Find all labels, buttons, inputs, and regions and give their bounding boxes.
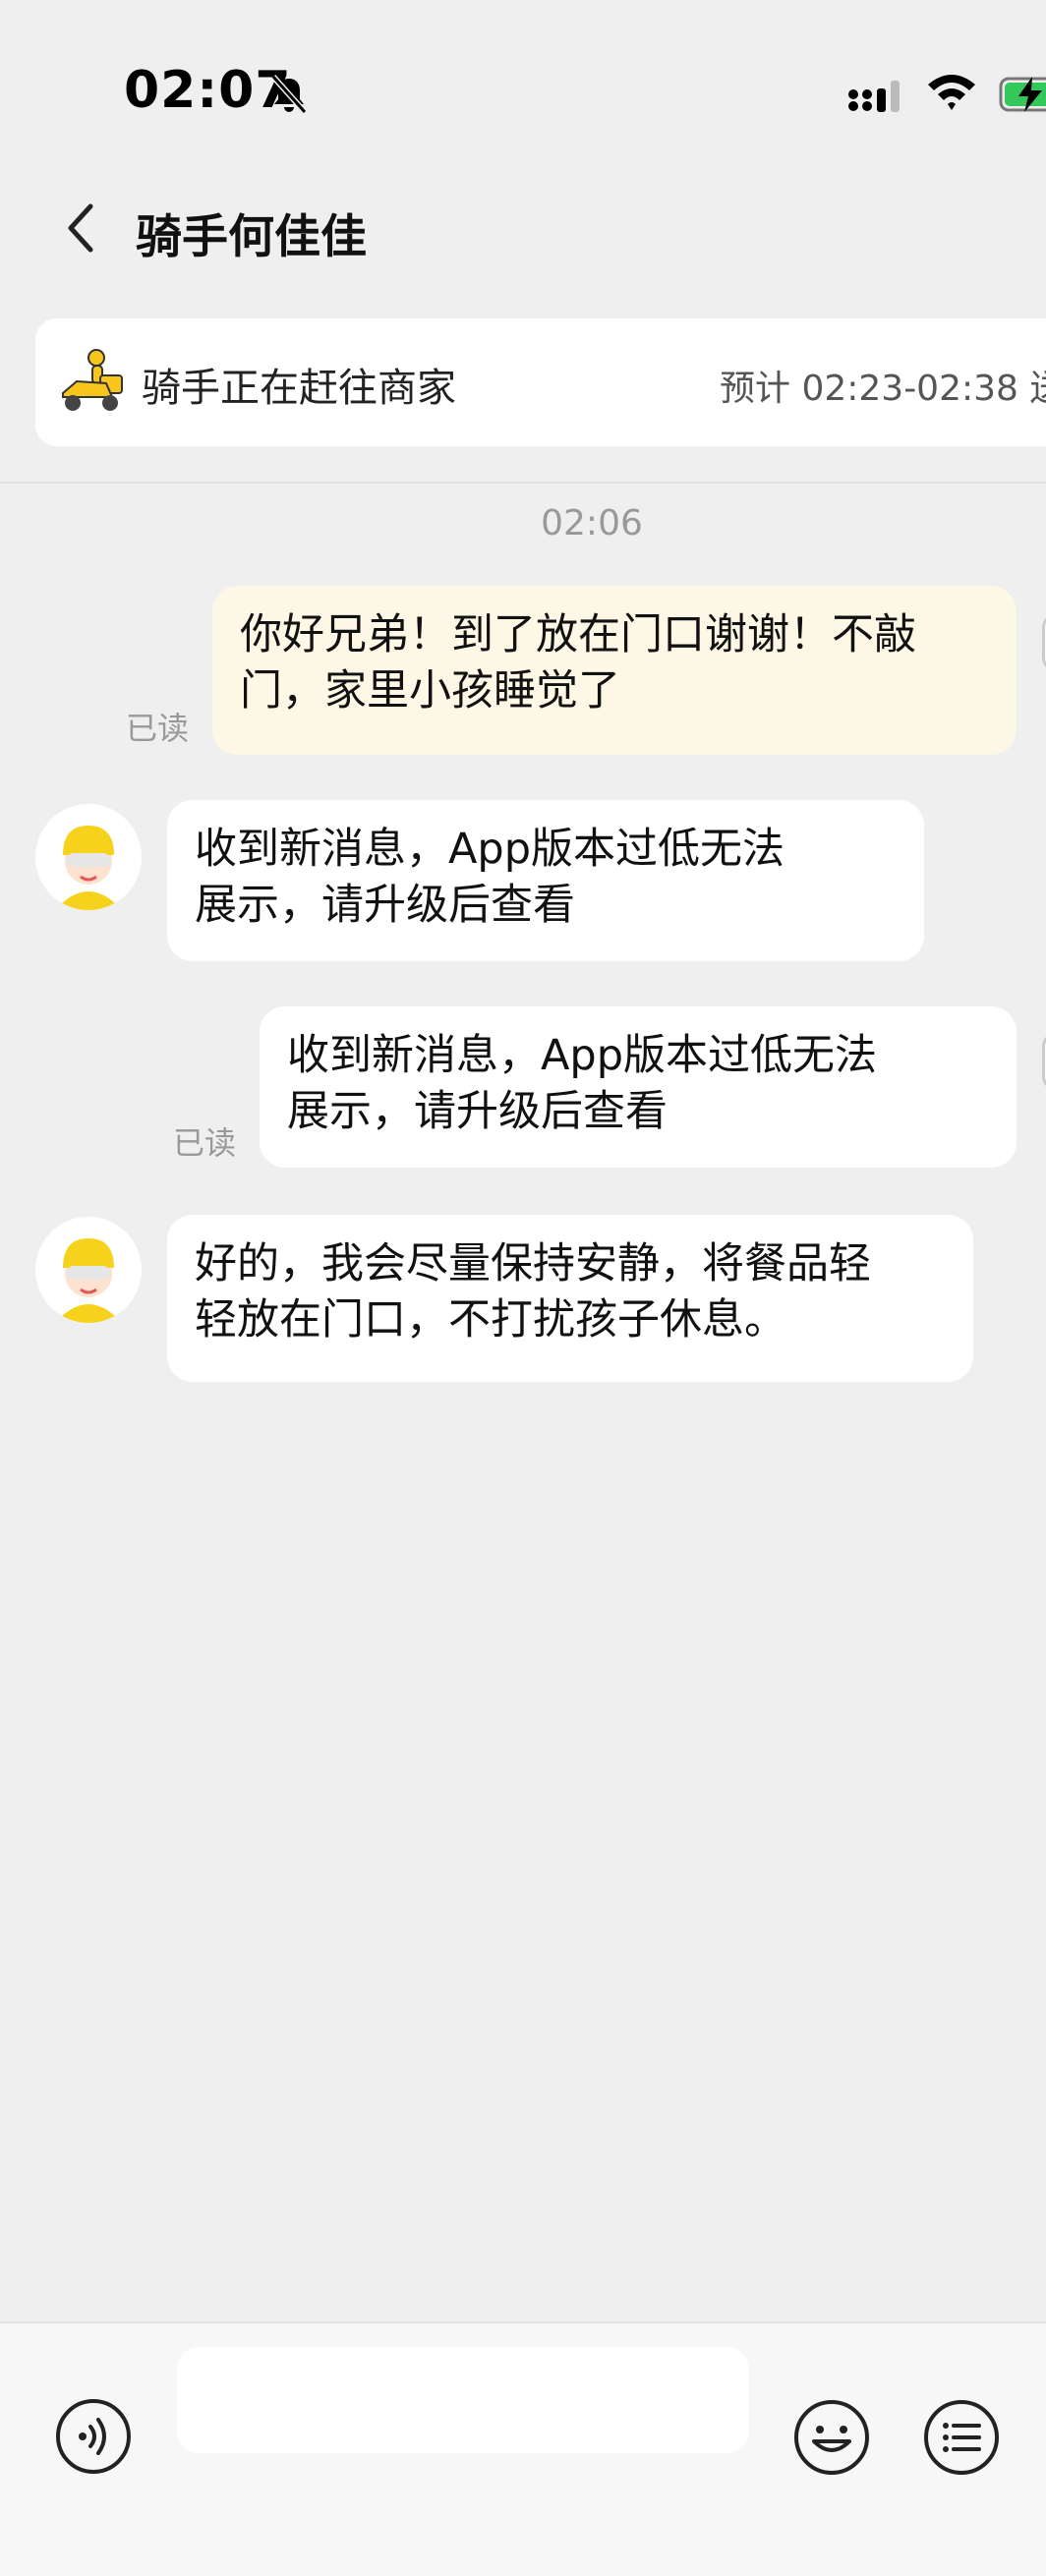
my-avatar[interactable] — [1042, 1032, 1046, 1091]
menu-icon[interactable] — [922, 2398, 1001, 2477]
message-text-line: 展示，请升级后查看 — [287, 1087, 668, 1136]
delivery-eta: 预计 02:23-02:38 送达 — [720, 369, 1046, 409]
read-receipt: 已读 — [126, 710, 190, 747]
chat-timestamp: 02:06 — [541, 503, 643, 544]
rider-avatar-icon — [35, 1217, 142, 1323]
message-text-line: 好的，我会尽量保持安静，将餐品轻 — [195, 1239, 871, 1288]
message-text-line: 展示，请升级后查看 — [195, 881, 575, 930]
bell-off-icon — [270, 75, 308, 114]
chevron-left-icon[interactable] — [61, 200, 100, 256]
message-text-line: 收到新消息，App版本过低无法 — [287, 1031, 878, 1080]
scooter-icon — [62, 349, 123, 411]
message-bubble-received[interactable]: 收到新消息，App版本过低无法 展示，请升级后查看 — [167, 800, 924, 961]
rider-avatar-icon — [35, 804, 142, 910]
voice-icon[interactable] — [55, 2398, 132, 2475]
battery-charging-icon — [999, 77, 1046, 112]
read-receipt: 已读 — [173, 1124, 237, 1162]
signal-icon — [848, 81, 900, 112]
rider-status-card[interactable]: 骑手正在赶往商家 预计 02:23-02:38 送达 — [35, 318, 1046, 446]
message-text-line: 收到新消息，App版本过低无法 — [195, 825, 785, 874]
status-time: 02:07 — [124, 61, 292, 120]
message-input[interactable] — [177, 2347, 749, 2453]
input-bar — [0, 2321, 1046, 2576]
page-title: 骑手何佳佳 — [136, 210, 367, 264]
message-text-line: 门，家里小孩睡觉了 — [240, 666, 620, 716]
wifi-icon — [928, 75, 975, 110]
message-bubble-sent[interactable]: 你好兄弟！到了放在门口谢谢！不敲 门，家里小孩睡觉了 — [212, 586, 1017, 755]
my-avatar[interactable] — [1042, 613, 1046, 672]
chat-screen: 02:07 骑手何佳佳 骑手正在赶往商家 预计 02:23-02:38 02:0… — [0, 0, 1046, 2576]
rider-status-text: 骑手正在赶往商家 — [142, 366, 456, 411]
rider-avatar[interactable] — [35, 1217, 142, 1323]
message-text-line: 轻放在门口，不打扰孩子休息。 — [195, 1295, 786, 1345]
message-text-line: 你好兄弟！到了放在门口谢谢！不敲 — [240, 610, 916, 659]
rider-avatar[interactable] — [35, 804, 142, 910]
message-bubble-received[interactable]: 好的，我会尽量保持安静，将餐品轻 轻放在门口，不打扰孩子休息。 — [167, 1215, 973, 1382]
header-divider — [0, 482, 1046, 484]
message-bubble-sent[interactable]: 收到新消息，App版本过低无法 展示，请升级后查看 — [260, 1006, 1017, 1168]
emoji-icon[interactable] — [792, 2398, 871, 2477]
